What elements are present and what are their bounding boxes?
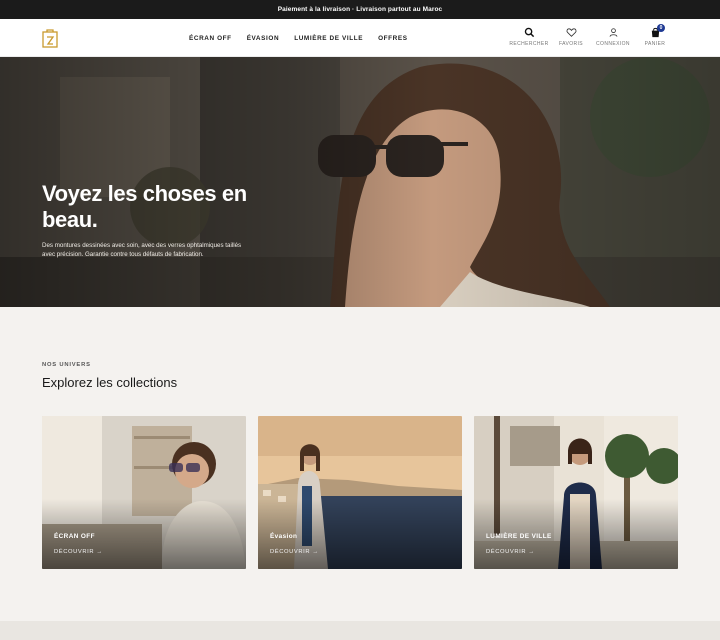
discover-link[interactable]: DÉCOUVRIR →	[54, 549, 103, 555]
login-button[interactable]: CONNEXION	[592, 27, 634, 47]
nav-offres[interactable]: OFFRES	[378, 35, 408, 42]
discover-link[interactable]: DÉCOUVRIR →	[270, 549, 319, 555]
card-title: Évasion	[270, 533, 298, 540]
footer-strip	[0, 621, 720, 640]
search-button[interactable]: RECHERCHER	[508, 27, 550, 47]
collections-heading: Explorez les collections	[42, 375, 178, 390]
collections-grid: ÉCRAN OFF DÉCOUVRIR → Évasion DÉCOUVRIR …	[42, 416, 678, 569]
heart-icon	[566, 28, 576, 37]
hero-banner: Voyez les choses en beau. Des montures d…	[0, 57, 720, 307]
announcement-bar: Paiement à la livraison · Livraison part…	[0, 0, 720, 19]
card-title: ÉCRAN OFF	[54, 533, 95, 540]
cart-button[interactable]: 0 PANIER	[634, 24, 676, 47]
main-nav: ÉCRAN OFF ÉVASION LUMIÈRE DE VILLE OFFRE…	[189, 19, 408, 57]
collection-card-evasion[interactable]: Évasion DÉCOUVRIR →	[258, 416, 462, 569]
announcement-text: Paiement à la livraison · Livraison part…	[277, 6, 443, 13]
card-title: LUMIÈRE DE VILLE	[486, 533, 552, 540]
nav-ecran-off[interactable]: ÉCRAN OFF	[189, 35, 232, 42]
hero-subtitle: Des montures dessinées avec soin, avec d…	[42, 242, 242, 258]
hero-title: Voyez les choses en beau.	[42, 181, 247, 232]
cart-count-badge: 0	[657, 24, 665, 32]
cart-label: PANIER	[644, 41, 666, 47]
user-icon	[609, 28, 617, 37]
search-label: RECHERCHER	[509, 41, 549, 47]
brand-logo[interactable]	[42, 29, 58, 48]
nav-lumiere-de-ville[interactable]: LUMIÈRE DE VILLE	[294, 35, 363, 42]
collection-card-ecran-off[interactable]: ÉCRAN OFF DÉCOUVRIR →	[42, 416, 246, 569]
discover-link[interactable]: DÉCOUVRIR →	[486, 549, 535, 555]
nav-evasion[interactable]: ÉVASION	[247, 35, 280, 42]
collections-eyebrow: NOS UNIVERS	[42, 362, 91, 368]
header-actions: RECHERCHER FAVORIS CONNEXION 0 PANIER	[508, 24, 676, 47]
login-label: CONNEXION	[596, 41, 630, 47]
favorites-label: FAVORIS	[558, 41, 584, 47]
collections-header: NOS UNIVERS Explorez les collections	[42, 362, 177, 390]
collection-card-lumiere-de-ville[interactable]: LUMIÈRE DE VILLE DÉCOUVRIR →	[474, 416, 678, 569]
site-header: ÉCRAN OFF ÉVASION LUMIÈRE DE VILLE OFFRE…	[0, 19, 720, 57]
favorites-button[interactable]: FAVORIS	[550, 27, 592, 47]
search-icon	[524, 27, 534, 38]
